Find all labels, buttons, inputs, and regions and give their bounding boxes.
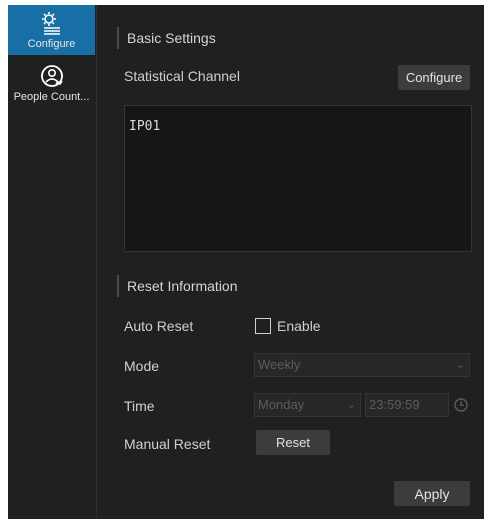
apply-button[interactable]: Apply [394,481,470,506]
time-label: Time [124,398,155,414]
sidebar: Configure People Count... [8,5,97,519]
day-select[interactable]: Monday ⌄ [254,393,361,417]
channel-list[interactable]: IP01 [124,105,472,252]
settings-list-icon [41,12,60,35]
people-count-icon [40,65,63,87]
mode-label: Mode [124,358,160,374]
day-value: Monday [258,397,305,412]
sidebar-item-label: Configure [27,38,76,50]
reset-button[interactable]: Reset [256,430,330,455]
list-item[interactable]: IP01 [129,119,160,134]
clock-icon[interactable] [453,397,469,413]
reset-information-title: Reset Information [117,275,238,297]
statistical-channel-label: Statistical Channel [124,68,240,84]
mode-value: Weekly [258,357,301,372]
sidebar-item-people-count[interactable]: People Count... [8,58,95,108]
app-window: Configure People Count... Basic Settings… [8,5,484,519]
sidebar-item-configure[interactable]: Configure [8,5,95,55]
sidebar-item-label: People Count... [13,91,90,103]
enable-label: Enable [277,318,321,334]
mode-select[interactable]: Weekly ⌄ [254,353,470,377]
basic-settings-title: Basic Settings [117,27,216,49]
chevron-down-icon: ⌄ [346,399,356,411]
time-input[interactable]: 23:59:59 [365,393,449,417]
chevron-down-icon: ⌄ [455,359,465,371]
enable-checkbox[interactable] [255,318,271,334]
time-value: 23:59:59 [369,397,420,412]
manual-reset-label: Manual Reset [124,436,211,452]
auto-reset-label: Auto Reset [124,318,194,334]
configure-button[interactable]: Configure [398,65,470,90]
